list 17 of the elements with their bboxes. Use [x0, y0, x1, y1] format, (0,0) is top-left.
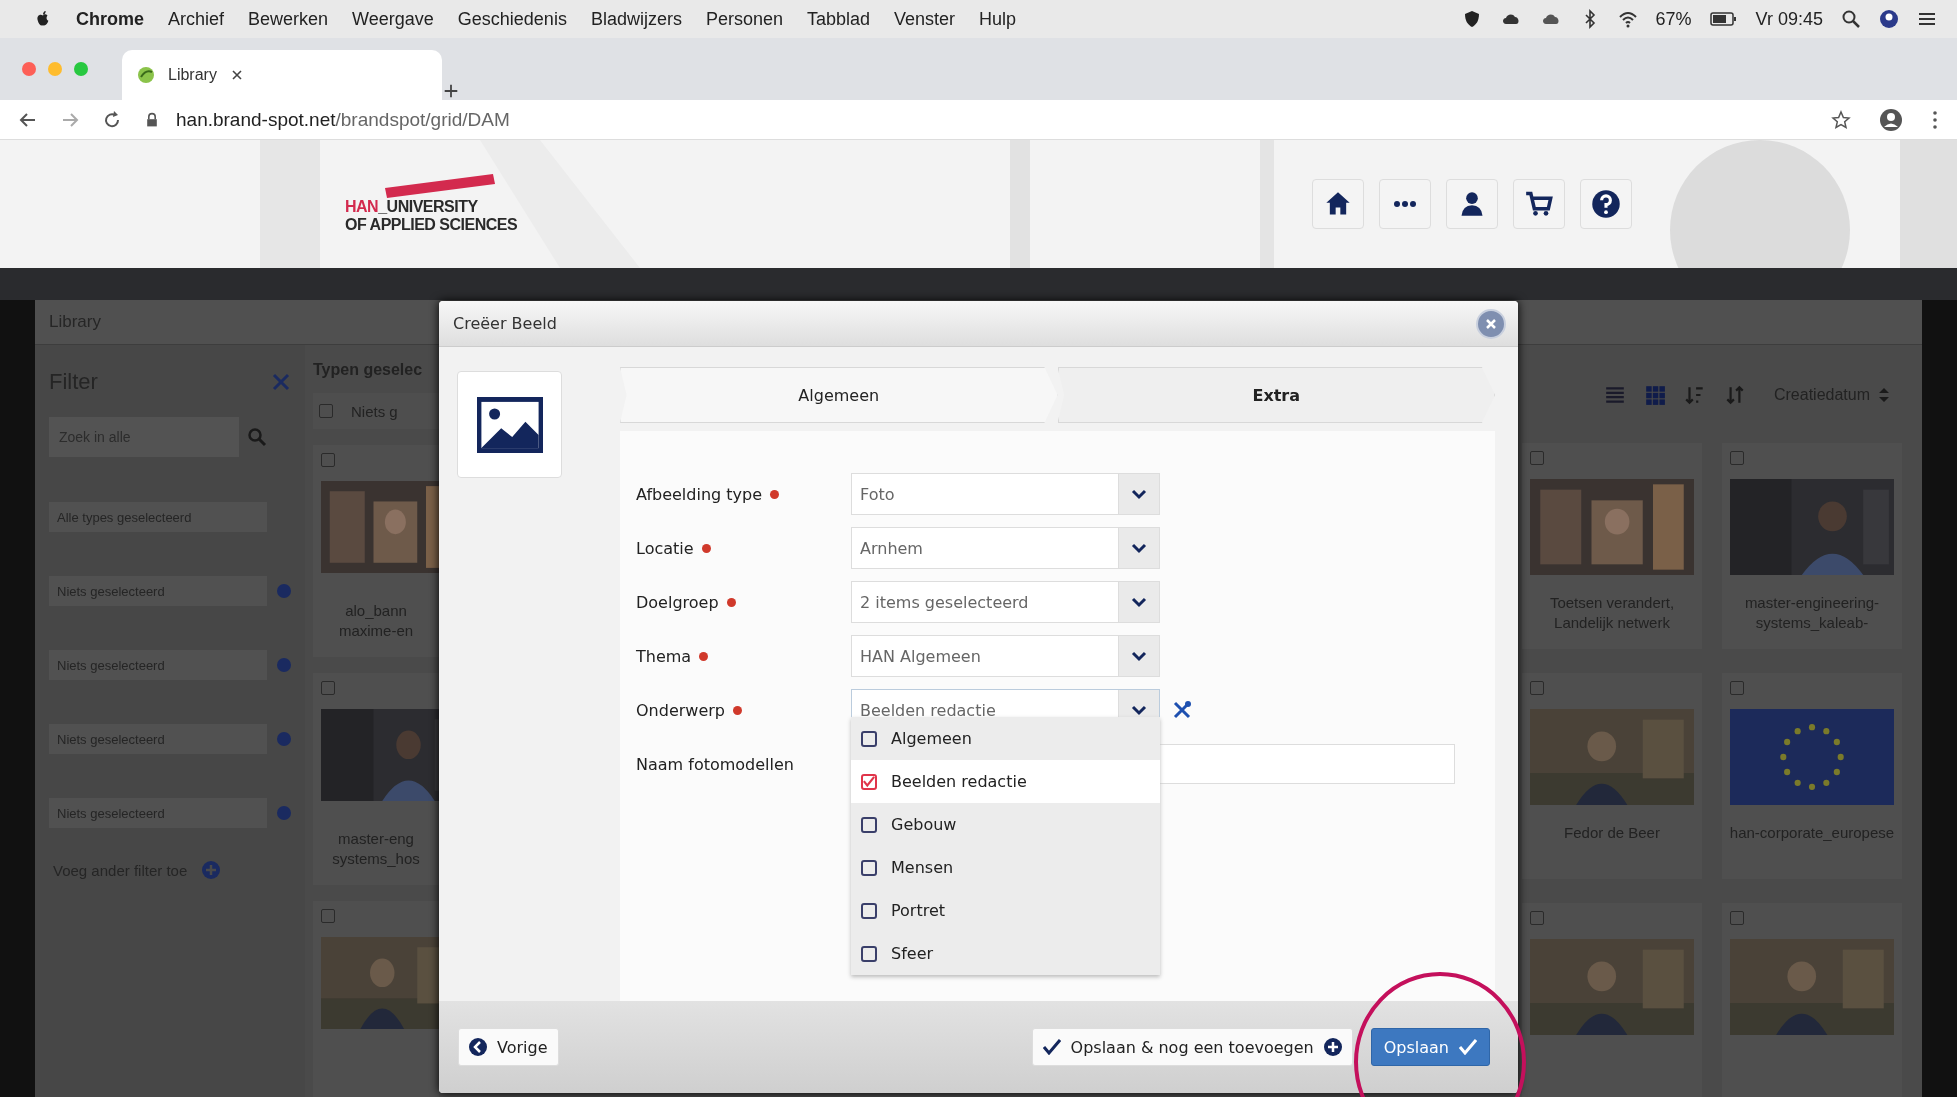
battery-percentage: 67% — [1655, 8, 1692, 30]
logo-text: HAN_UNIVERSITY OF APPLIED SCIENCES — [345, 198, 518, 234]
field-label: Locatie — [636, 538, 694, 558]
option-label: Mensen — [891, 858, 954, 877]
field-label: Afbeelding type — [636, 484, 763, 504]
option-label: Algemeen — [891, 729, 972, 748]
field-label: Onderwerp — [636, 700, 725, 720]
clock: Vr 09:45 — [1755, 8, 1823, 30]
option-label: Beelden redactie — [891, 772, 1027, 791]
field-label: Naam fotomodellen — [636, 754, 794, 774]
tab-title: Library — [168, 66, 217, 84]
option-label: Gebouw — [891, 815, 957, 834]
dialog-title: Creëer Beeld — [453, 314, 558, 333]
option-label: Sfeer — [891, 944, 934, 963]
field-label: Doelgroep — [636, 592, 719, 612]
field-label: Thema — [636, 646, 692, 666]
option-label: Portret — [891, 901, 946, 920]
